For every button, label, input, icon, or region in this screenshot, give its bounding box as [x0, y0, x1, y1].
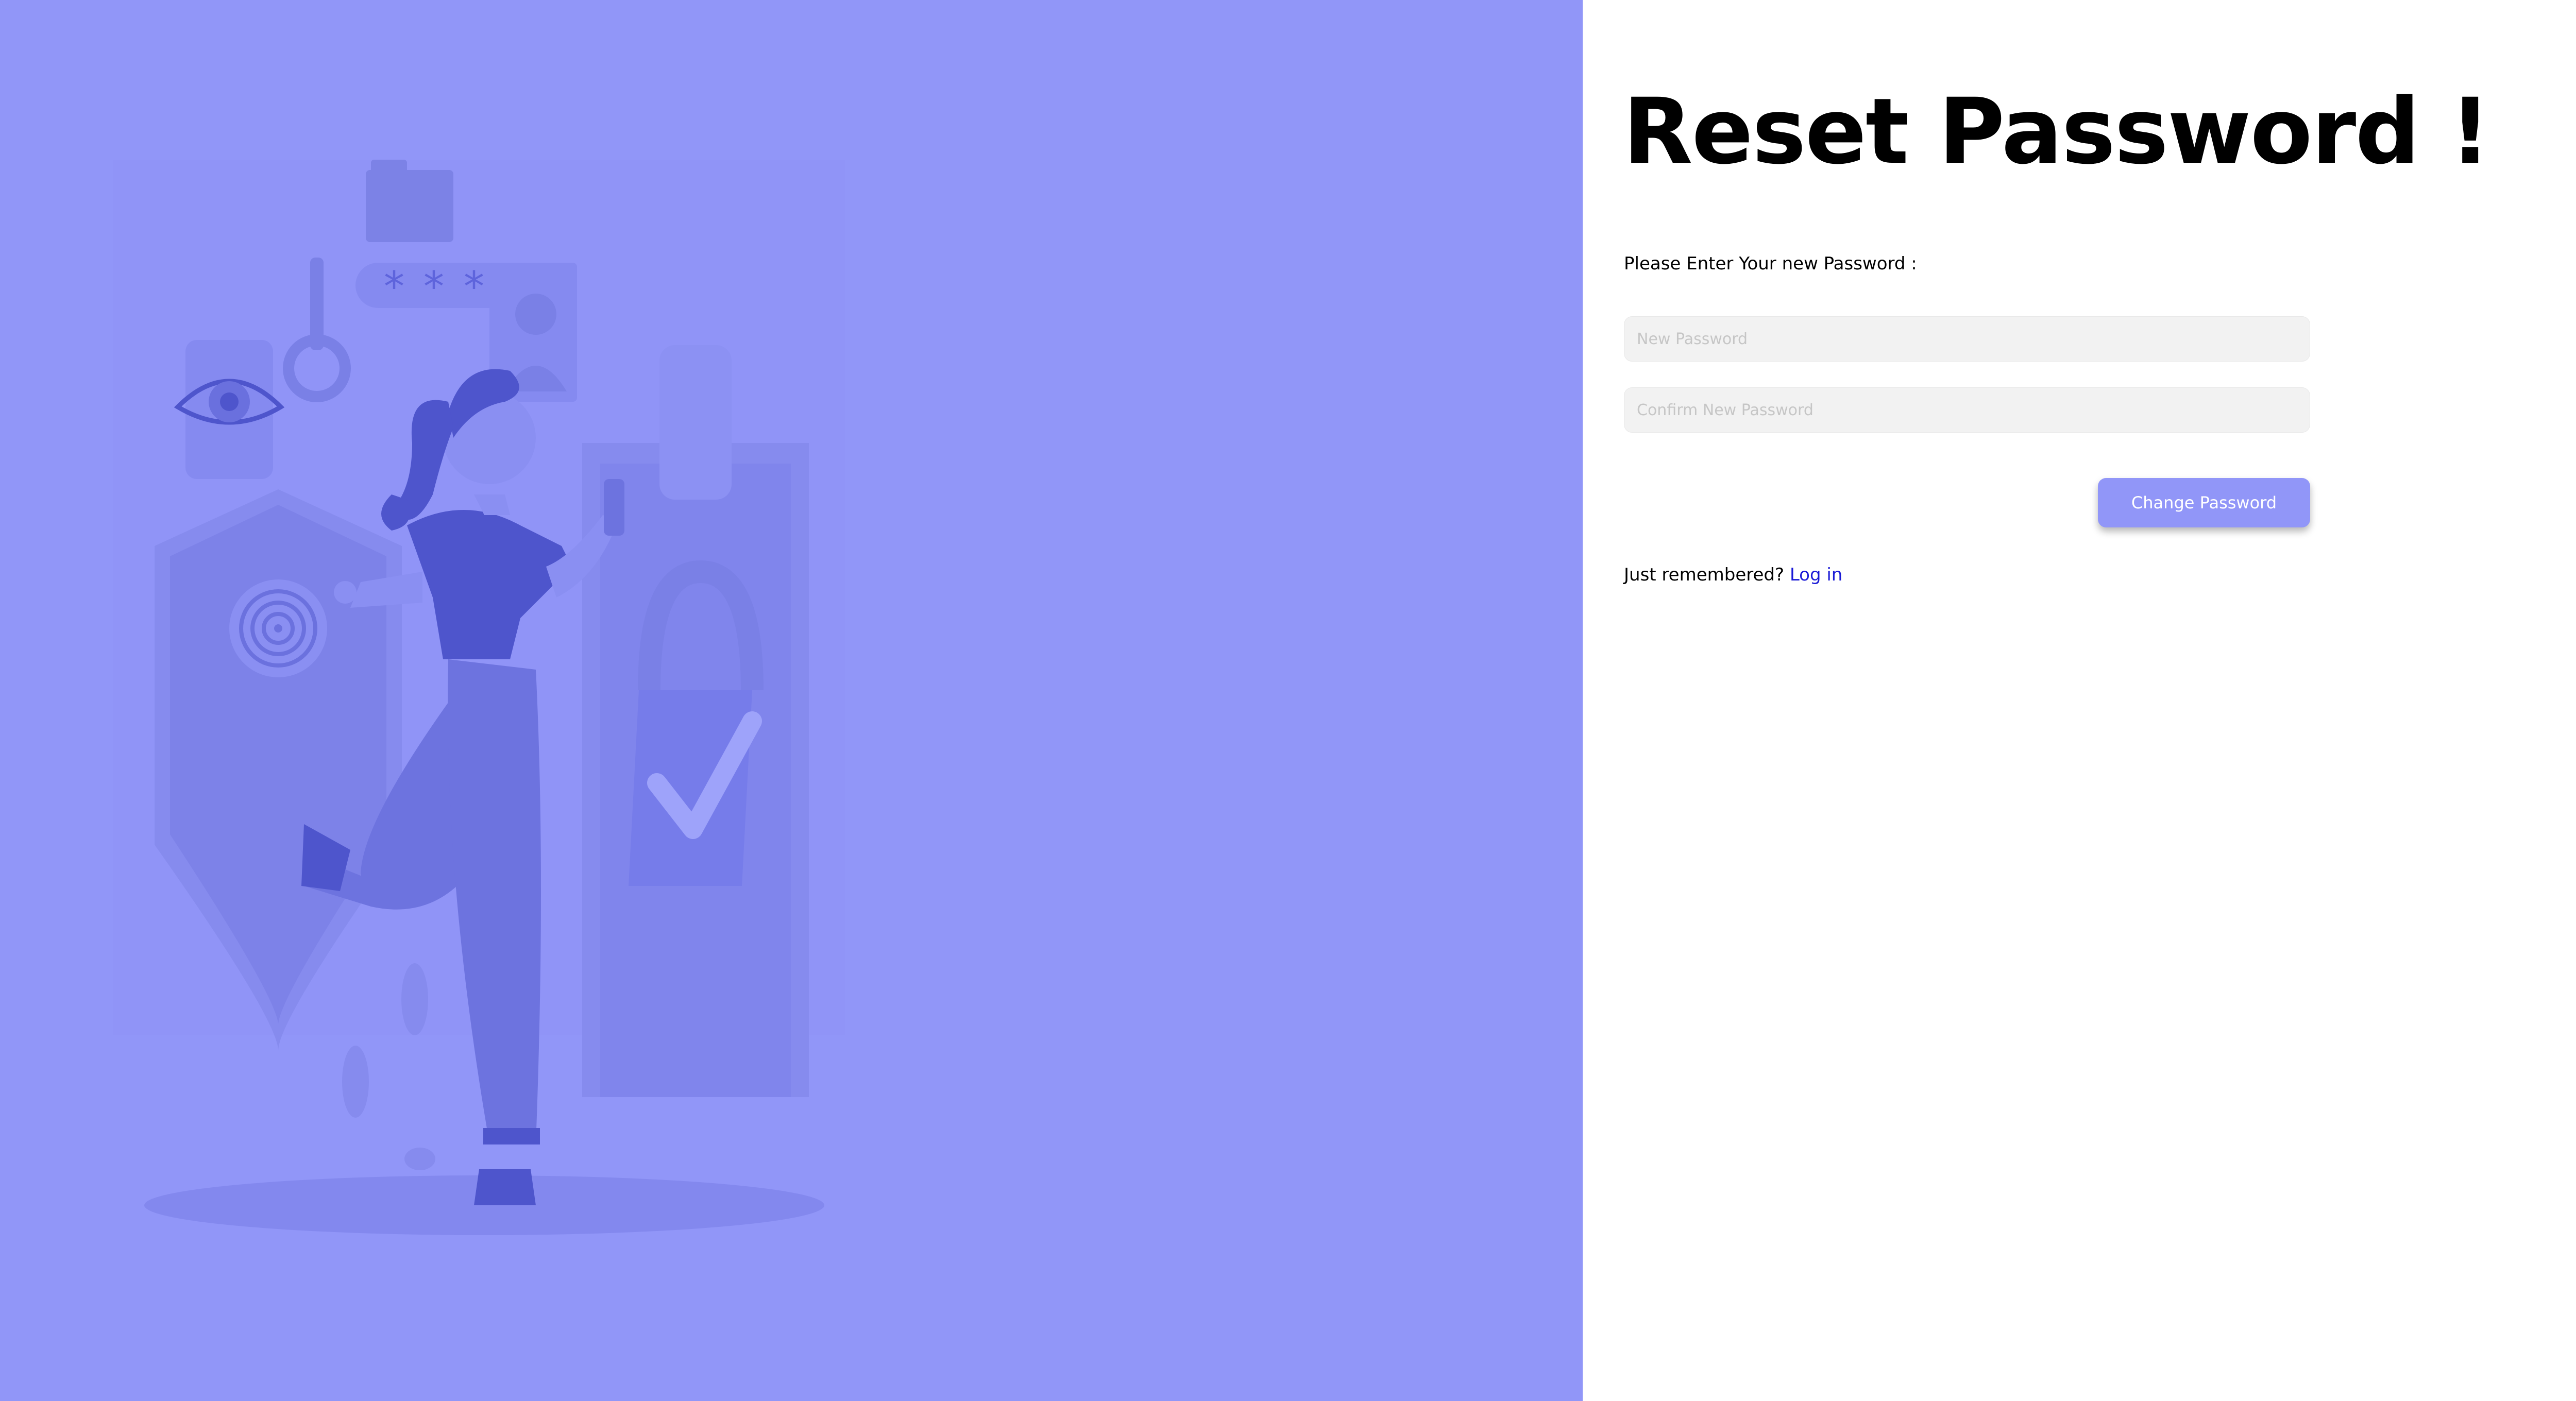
- confirm-password-input[interactable]: [1624, 387, 2310, 433]
- reset-password-page: * * * *: [0, 0, 2576, 1401]
- login-link[interactable]: Log in: [1790, 565, 1843, 585]
- svg-text:*: *: [423, 263, 444, 311]
- folder-icon: [366, 160, 453, 242]
- new-password-input[interactable]: [1624, 316, 2310, 362]
- reset-form-panel: Reset Password ! Please Enter Your new P…: [1583, 0, 2576, 1401]
- woman-security-illustration: * * * *: [113, 160, 845, 1235]
- eye-icon: [174, 340, 285, 479]
- illustration-panel: * * * *: [0, 0, 1583, 1401]
- page-title: Reset Password !: [1623, 79, 2491, 184]
- svg-text:*: *: [384, 263, 404, 311]
- svg-text:*: *: [464, 263, 484, 311]
- remember-text: Just remembered?: [1624, 565, 1790, 585]
- form-prompt: Please Enter Your new Password :: [1624, 253, 1917, 274]
- padlock-door-icon: [582, 345, 809, 1097]
- login-prompt: Just remembered? Log in: [1624, 565, 1842, 585]
- change-password-button[interactable]: Change Password: [2098, 478, 2310, 527]
